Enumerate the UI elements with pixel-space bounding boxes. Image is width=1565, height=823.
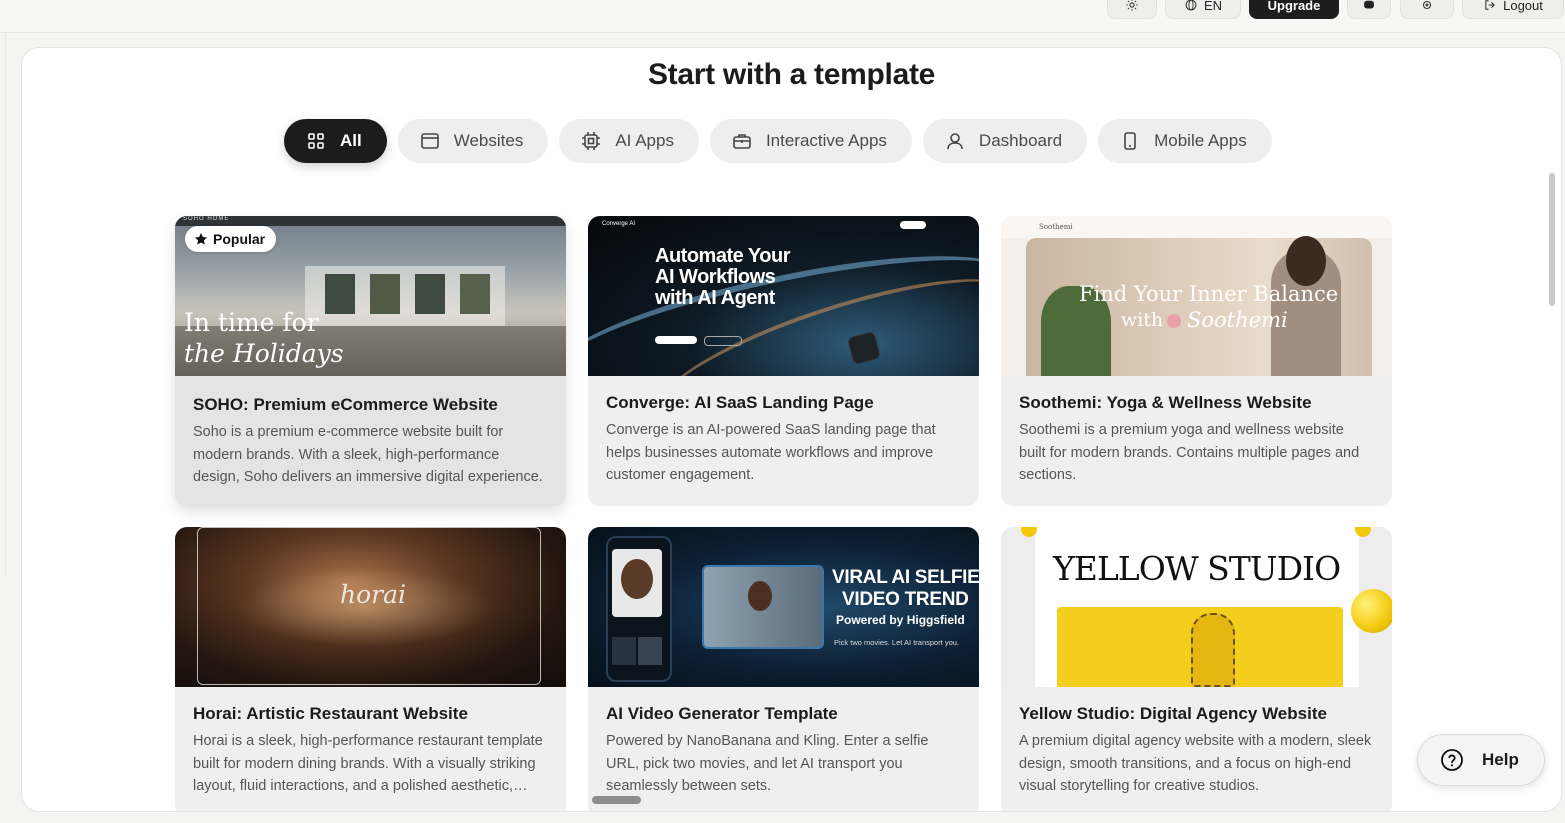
tab-websites[interactable]: Websites bbox=[397, 119, 549, 163]
template-thumbnail: Converge AI Automate Your AI Workflows w… bbox=[588, 216, 979, 376]
template-thumbnail: SOHO HOME In time for the Holidays Popul… bbox=[175, 216, 566, 376]
language-label: EN bbox=[1203, 0, 1223, 13]
upgrade-button[interactable]: Upgrade bbox=[1249, 0, 1339, 19]
badge-label: Popular bbox=[213, 231, 266, 247]
template-thumbnail: VIRAL AI SELFIE VIDEO TREND Powered by H… bbox=[588, 527, 979, 687]
template-description: Soothemi is a premium yoga and wellness … bbox=[1019, 422, 1360, 483]
thumb-brand: Soothemi bbox=[1039, 223, 1073, 231]
star-icon bbox=[194, 233, 208, 245]
divider bbox=[5, 32, 6, 577]
discord-icon bbox=[1364, 0, 1374, 9]
help-label: Help bbox=[1482, 750, 1519, 769]
popular-badge: Popular bbox=[185, 226, 277, 252]
tab-label: Dashboard bbox=[978, 131, 1063, 150]
cpu-chip-icon bbox=[582, 132, 601, 150]
tab-label: Interactive Apps bbox=[765, 131, 887, 150]
sun-icon bbox=[1126, 0, 1138, 11]
page-title: Start with a template bbox=[647, 58, 936, 91]
template-card-soothemi[interactable]: Soothemi Find Your Inner Balance with So… bbox=[1001, 216, 1392, 506]
template-description: Powered by NanoBanana and Kling. Enter a… bbox=[606, 733, 929, 794]
logout-label: Logout bbox=[1503, 0, 1543, 13]
thumb-headline: the Holidays bbox=[184, 339, 344, 368]
template-title: Converge: AI SaaS Landing Page bbox=[606, 393, 874, 412]
template-card-ai-video[interactable]: VIRAL AI SELFIE VIDEO TREND Powered by H… bbox=[588, 527, 979, 811]
top-bar: EN Upgrade Logout bbox=[0, 0, 1565, 33]
settings-button[interactable] bbox=[1400, 0, 1454, 19]
grid-icon bbox=[308, 133, 324, 149]
template-card-converge[interactable]: Converge AI Automate Your AI Workflows w… bbox=[588, 216, 979, 506]
thumb-headline: VIRAL AI SELFIE bbox=[832, 567, 979, 588]
logout-icon bbox=[1485, 0, 1496, 10]
question-circle-icon bbox=[1441, 749, 1463, 771]
tab-ai-apps[interactable]: AI Apps bbox=[559, 119, 699, 163]
thumb-headline: horai bbox=[340, 580, 407, 609]
gear-icon bbox=[1422, 0, 1432, 10]
tab-mobile-apps[interactable]: Mobile Apps bbox=[1098, 119, 1272, 163]
thumb-brand: SOHO HOME bbox=[183, 216, 230, 222]
template-description: Soho is a premium e-commerce website bui… bbox=[193, 424, 543, 485]
logout-button[interactable]: Logout bbox=[1462, 0, 1564, 19]
thumb-headline: Automate Your bbox=[655, 245, 791, 267]
tab-label: Websites bbox=[453, 131, 524, 150]
template-title: SOHO: Premium eCommerce Website bbox=[193, 395, 498, 414]
tab-dashboard[interactable]: Dashboard bbox=[922, 119, 1088, 163]
user-icon bbox=[947, 133, 963, 150]
horizontal-scrollbar[interactable] bbox=[592, 796, 641, 804]
thumb-brand: Converge AI bbox=[602, 221, 636, 227]
template-description: Converge is an AI-powered SaaS landing p… bbox=[606, 422, 936, 483]
tab-all[interactable]: All bbox=[284, 119, 387, 163]
thumb-headline: In time for bbox=[184, 308, 319, 337]
theme-toggle-button[interactable] bbox=[1107, 0, 1157, 19]
globe-icon bbox=[1185, 0, 1197, 11]
browser-window-icon bbox=[420, 133, 439, 149]
tab-label: AI Apps bbox=[615, 131, 674, 150]
thumb-headline: Soothemi bbox=[1187, 308, 1288, 332]
help-button[interactable]: Help bbox=[1417, 734, 1545, 786]
template-thumbnail: horai bbox=[175, 527, 566, 687]
thumb-headline: with bbox=[1121, 309, 1164, 331]
template-title: Horai: Artistic Restaurant Website bbox=[193, 704, 468, 723]
template-title: Soothemi: Yoga & Wellness Website bbox=[1019, 393, 1312, 412]
briefcase-icon bbox=[733, 134, 751, 149]
template-title: AI Video Generator Template bbox=[606, 704, 838, 723]
thumb-headline: AI Workflows bbox=[655, 266, 776, 288]
category-tabs: All Websites AI Apps Interactive Apps Da… bbox=[284, 119, 1272, 163]
template-description: A premium digital agency website with a … bbox=[1019, 733, 1372, 794]
discord-button[interactable] bbox=[1347, 0, 1391, 19]
template-card-yellow-studio[interactable]: YELLOW STUDIO Yellow Studio: Digital Age… bbox=[1001, 527, 1392, 811]
thumb-headline: with AI Agent bbox=[655, 287, 775, 309]
template-thumbnail: Soothemi Find Your Inner Balance with So… bbox=[1001, 216, 1392, 376]
template-card-soho[interactable]: SOHO HOME In time for the Holidays Popul… bbox=[175, 216, 566, 506]
thumb-subhead: Powered by Higgsfield bbox=[836, 613, 965, 627]
tab-label: Mobile Apps bbox=[1154, 131, 1247, 150]
vertical-scrollbar[interactable] bbox=[1549, 173, 1555, 306]
smartphone-icon bbox=[1124, 132, 1136, 150]
upgrade-label: Upgrade bbox=[1267, 0, 1321, 13]
language-button[interactable]: EN bbox=[1165, 0, 1241, 19]
template-card-horai[interactable]: horai Horai: Artistic Restaurant Website… bbox=[175, 527, 566, 811]
tab-label: All bbox=[340, 131, 362, 150]
template-thumbnail: YELLOW STUDIO bbox=[1001, 527, 1392, 687]
thumb-headline: YELLOW STUDIO bbox=[1053, 549, 1341, 588]
thumb-headline: VIDEO TREND bbox=[842, 589, 969, 610]
thumb-headline: Find Your Inner Balance bbox=[1079, 282, 1339, 306]
template-gallery-panel: Start with a template All Websites AI Ap… bbox=[21, 47, 1562, 812]
template-title: Yellow Studio: Digital Agency Website bbox=[1019, 704, 1327, 723]
template-description: Horai is a sleek, high-performance resta… bbox=[193, 733, 543, 794]
tab-interactive-apps[interactable]: Interactive Apps bbox=[709, 119, 912, 163]
thumb-caption: Pick two movies. Let AI transport you. bbox=[834, 638, 960, 647]
